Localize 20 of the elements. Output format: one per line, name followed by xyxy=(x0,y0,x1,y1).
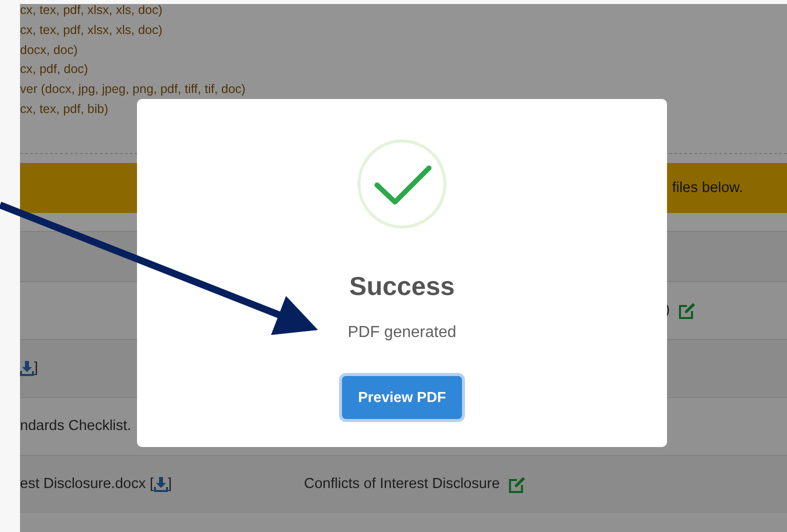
banner-text: files below. xyxy=(672,180,743,196)
preview-pdf-button[interactable]: Preview PDF xyxy=(342,376,462,419)
bracket-text: ] xyxy=(168,476,172,492)
file-types-text: cx, tex, pdf, xlsx, xls, doc) xyxy=(20,22,164,39)
file-types-text: cx, pdf, doc) xyxy=(20,61,90,78)
dialog-message: PDF generated xyxy=(348,324,456,342)
file-name: ndards Checklist. xyxy=(20,418,132,434)
dialog-title: Success xyxy=(349,271,455,302)
document-title: Conflicts of Interest Disclosure xyxy=(304,476,500,492)
edit-icon[interactable] xyxy=(678,302,696,319)
bracket-text: ] xyxy=(34,360,38,376)
file-types-text: cx, tex, pdf, xlsx, xls, doc) xyxy=(20,4,164,19)
file-name: est Disclosure.docx [ xyxy=(20,476,154,492)
file-types-text: docx, doc) xyxy=(20,42,79,59)
download-icon[interactable] xyxy=(20,360,34,376)
edit-icon[interactable] xyxy=(508,476,526,493)
check-circle-icon xyxy=(357,139,447,229)
file-types-text: ver (docx, jpg, jpeg, png, pdf, tiff, tif, doc) xyxy=(20,81,247,98)
file-types-text: cx, tex, pdf, bib) xyxy=(20,100,110,118)
download-icon[interactable] xyxy=(154,476,168,492)
